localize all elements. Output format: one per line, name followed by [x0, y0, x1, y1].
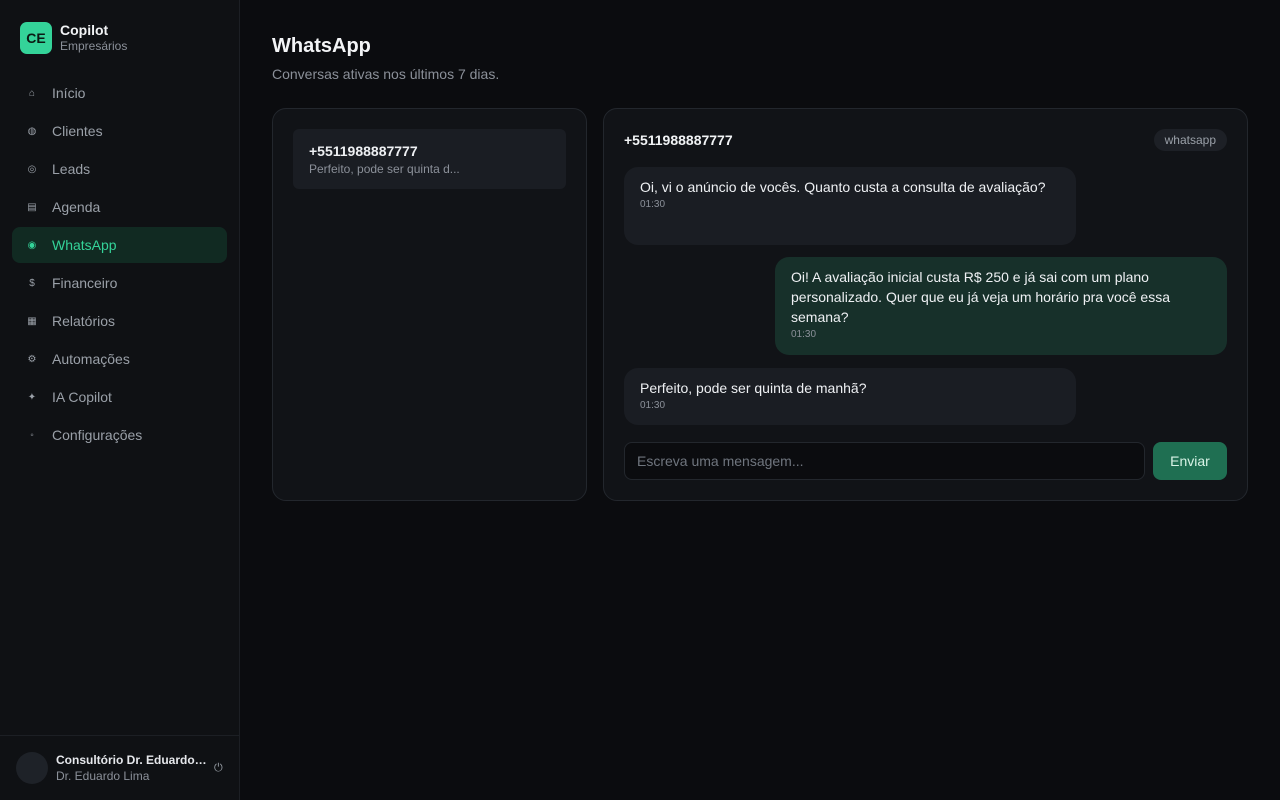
sidebar-item-label: Clientes: [52, 123, 103, 139]
message-text: Perfeito, pode ser quinta de manhã?: [640, 380, 867, 396]
conversation-preview: Perfeito, pode ser quinta d...: [309, 162, 460, 176]
sidebar-nav: ⌂ Início ◍ Clientes ◎ Leads ▤ Agenda ◉ W…: [12, 75, 227, 455]
sidebar-item-ia-copilot[interactable]: ✦ IA Copilot: [12, 379, 227, 415]
settings-icon: ◦: [30, 429, 34, 441]
message-time: 01:30: [791, 329, 817, 340]
sidebar-item-label: Agenda: [52, 199, 101, 215]
message-time: 01:30: [640, 199, 666, 210]
sidebar-item-whatsapp[interactable]: ◉ WhatsApp: [12, 227, 227, 263]
user-text: Consultório Dr. Eduardo Lima Dr. Eduardo…: [56, 752, 208, 784]
avatar[interactable]: [16, 752, 48, 784]
home-icon: ⌂: [28, 87, 36, 99]
clients-icon: ◍: [27, 125, 37, 137]
sidebar-item-label: WhatsApp: [52, 237, 117, 253]
message-incoming: Perfeito, pode ser quinta de manhã? 01:3…: [624, 368, 1076, 425]
dollar-icon: $: [29, 277, 35, 289]
message-input[interactable]: [624, 442, 1145, 480]
conversation-phone: +5511988887777: [309, 143, 418, 159]
target-icon: ◎: [27, 163, 37, 175]
sidebar-item-label: IA Copilot: [52, 389, 112, 405]
chat-panel: +5511988887777 whatsapp Oi, vi o anúncio…: [603, 108, 1248, 501]
user-profile: Consultório Dr. Eduardo Lima Dr. Eduardo…: [0, 735, 239, 800]
sidebar-item-label: Financeiro: [52, 275, 118, 291]
sidebar: CE Copilot Empresários ⌂ Início ◍ Client…: [0, 0, 240, 800]
sidebar-item-label: Relatórios: [52, 313, 116, 329]
message-incoming: Oi, vi o anúncio de vocês. Quanto custa …: [624, 167, 1076, 245]
sidebar-item-configuracoes[interactable]: ◦ Configurações: [12, 417, 227, 453]
sidebar-item-label: Automações: [52, 351, 130, 367]
page-title: WhatsApp: [272, 35, 371, 57]
sidebar-item-leads[interactable]: ◎ Leads: [12, 151, 227, 187]
brand-subtitle: Empresários: [60, 39, 128, 53]
page-subtitle: Conversas ativas nos últimos 7 dias.: [272, 66, 500, 82]
sidebar-item-label: Leads: [52, 161, 91, 177]
calendar-icon: ▤: [27, 201, 37, 213]
whatsapp-icon: ◉: [27, 239, 37, 251]
chat-contact-phone: +5511988887777: [624, 132, 733, 148]
message-text: Oi! A avaliação inicial custa R$ 250 e j…: [791, 269, 1170, 325]
brand-logo: CE: [20, 22, 52, 54]
brand-text: Copilot Empresários: [60, 22, 127, 54]
sidebar-item-automacoes[interactable]: ⚙ Automações: [12, 341, 227, 377]
brand-title: Copilot: [60, 22, 109, 38]
sidebar-item-financeiro[interactable]: $ Financeiro: [12, 265, 227, 301]
message-outgoing: Oi! A avaliação inicial custa R$ 250 e j…: [775, 257, 1227, 355]
conversation-item[interactable]: +5511988887777 Perfeito, pode ser quinta…: [293, 129, 566, 189]
brand: CE Copilot Empresários: [20, 22, 127, 54]
channel-badge: whatsapp: [1153, 129, 1227, 151]
reports-icon: ▦: [27, 315, 37, 327]
sidebar-item-label: Configurações: [52, 427, 143, 443]
message-time: 01:30: [640, 400, 666, 411]
user-name: Consultório Dr. Eduardo Lima: [56, 753, 208, 767]
automation-icon: ⚙: [27, 353, 37, 365]
send-button[interactable]: Enviar: [1153, 442, 1227, 480]
sidebar-item-agenda[interactable]: ▤ Agenda: [12, 189, 227, 225]
conversation-list: +5511988887777 Perfeito, pode ser quinta…: [272, 108, 587, 501]
message-text: Oi, vi o anúncio de vocês. Quanto custa …: [640, 179, 1046, 195]
sparkle-icon: ✦: [27, 391, 37, 403]
sidebar-item-clientes[interactable]: ◍ Clientes: [12, 113, 227, 149]
user-subtitle: Dr. Eduardo Lima: [56, 769, 150, 783]
sidebar-item-label: Início: [52, 85, 86, 101]
power-icon[interactable]: ⏻: [214, 762, 223, 775]
sidebar-item-inicio[interactable]: ⌂ Início: [12, 75, 227, 111]
sidebar-item-relatorios[interactable]: ▦ Relatórios: [12, 303, 227, 339]
